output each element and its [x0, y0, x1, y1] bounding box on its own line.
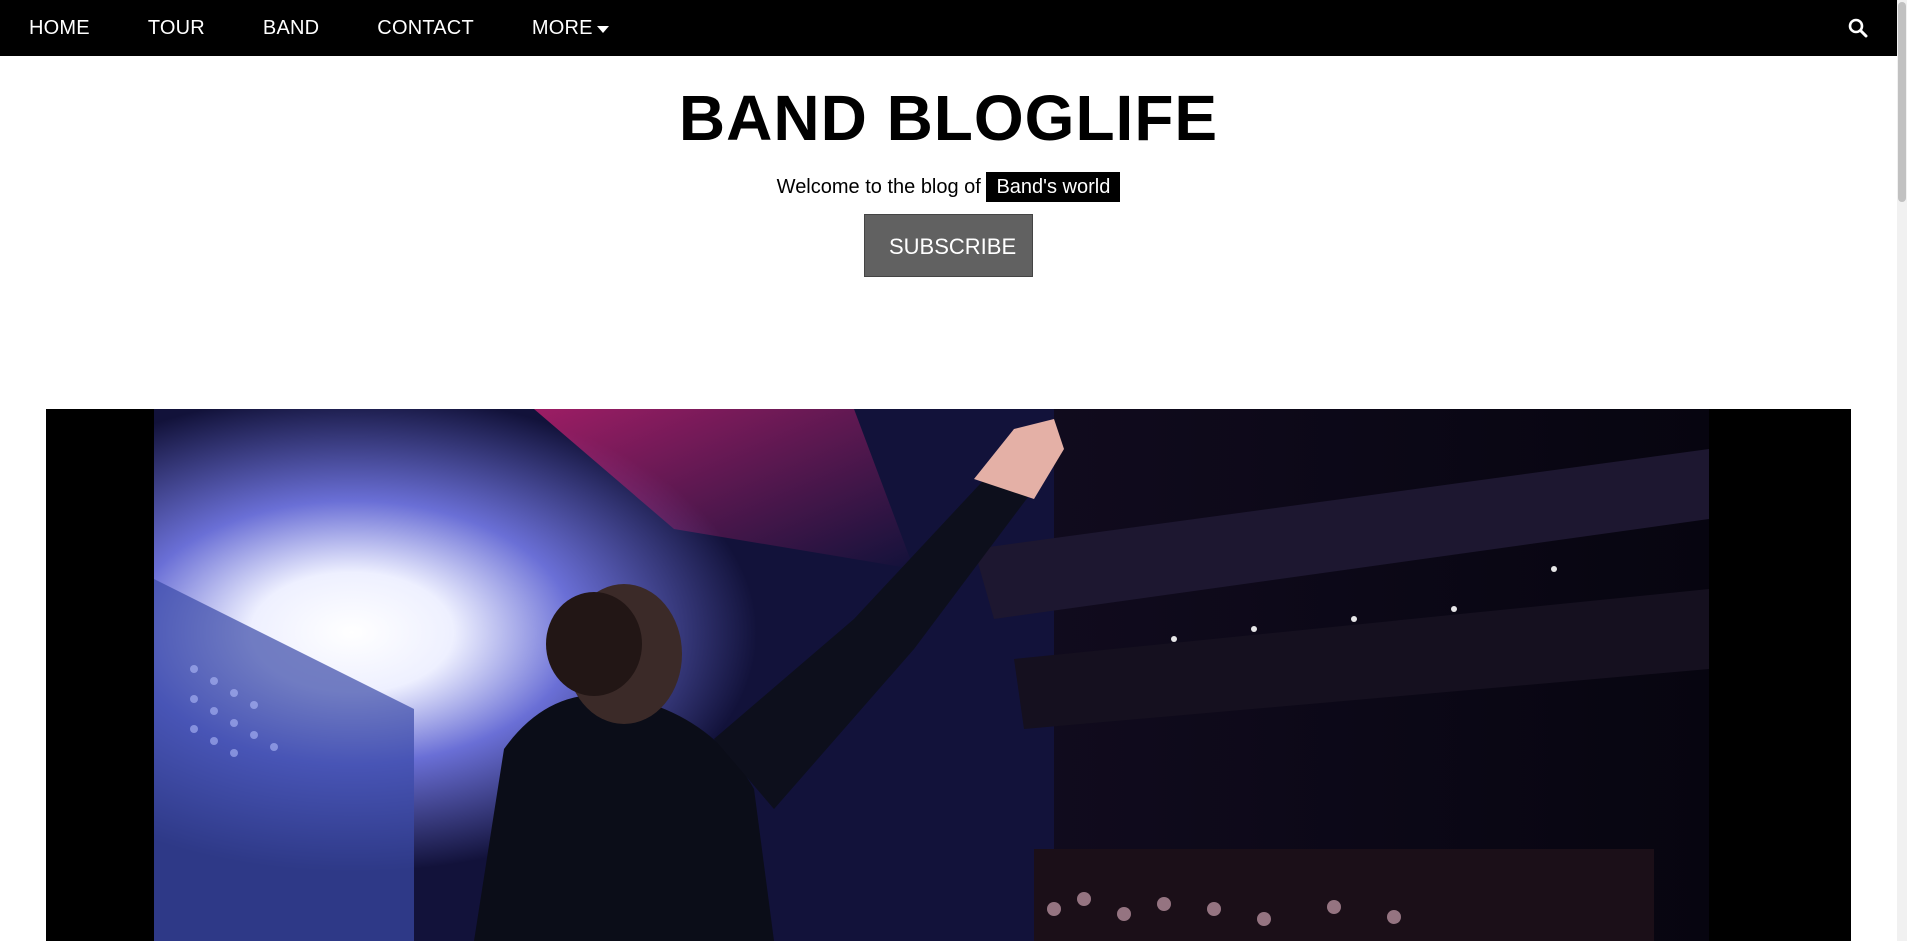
nav-tour-label: TOUR	[147, 16, 205, 39]
nav-band-label: BAND	[262, 16, 320, 39]
concert-stage-photo	[154, 409, 1709, 941]
nav-home-link[interactable]: HOME	[0, 0, 119, 56]
site-title: BAND BLOGLIFE	[678, 82, 1219, 154]
site-header: BAND BLOGLIFE Welcome to the blog of Ban…	[0, 56, 1897, 277]
page-scrollbar[interactable]	[1897, 0, 1907, 941]
nav-tour-link[interactable]: TOUR	[119, 0, 234, 56]
subscribe-button[interactable]: SUBSCRIBE	[864, 214, 1033, 277]
nav-contact-label: CONTACT	[377, 16, 474, 39]
nav-more-dropdown[interactable]: MORE	[503, 0, 638, 56]
scrollbar-thumb[interactable]	[1898, 2, 1906, 202]
nav-more-label: MORE	[531, 16, 593, 39]
nav-home-label: HOME	[29, 16, 90, 39]
tagline-highlight: Band's world	[986, 172, 1121, 202]
top-navbar: HOME TOUR BAND CONTACT MORE	[0, 0, 1897, 56]
tagline: Welcome to the blog of Band's world	[0, 172, 1897, 202]
nav-band-link[interactable]: BAND	[234, 0, 348, 56]
tagline-prefix: Welcome to the blog of	[776, 176, 981, 198]
search-button[interactable]	[1837, 0, 1879, 56]
hero-image	[46, 409, 1851, 941]
caret-down-icon	[596, 25, 609, 33]
search-icon	[1848, 18, 1868, 38]
nav-contact-link[interactable]: CONTACT	[348, 0, 503, 56]
